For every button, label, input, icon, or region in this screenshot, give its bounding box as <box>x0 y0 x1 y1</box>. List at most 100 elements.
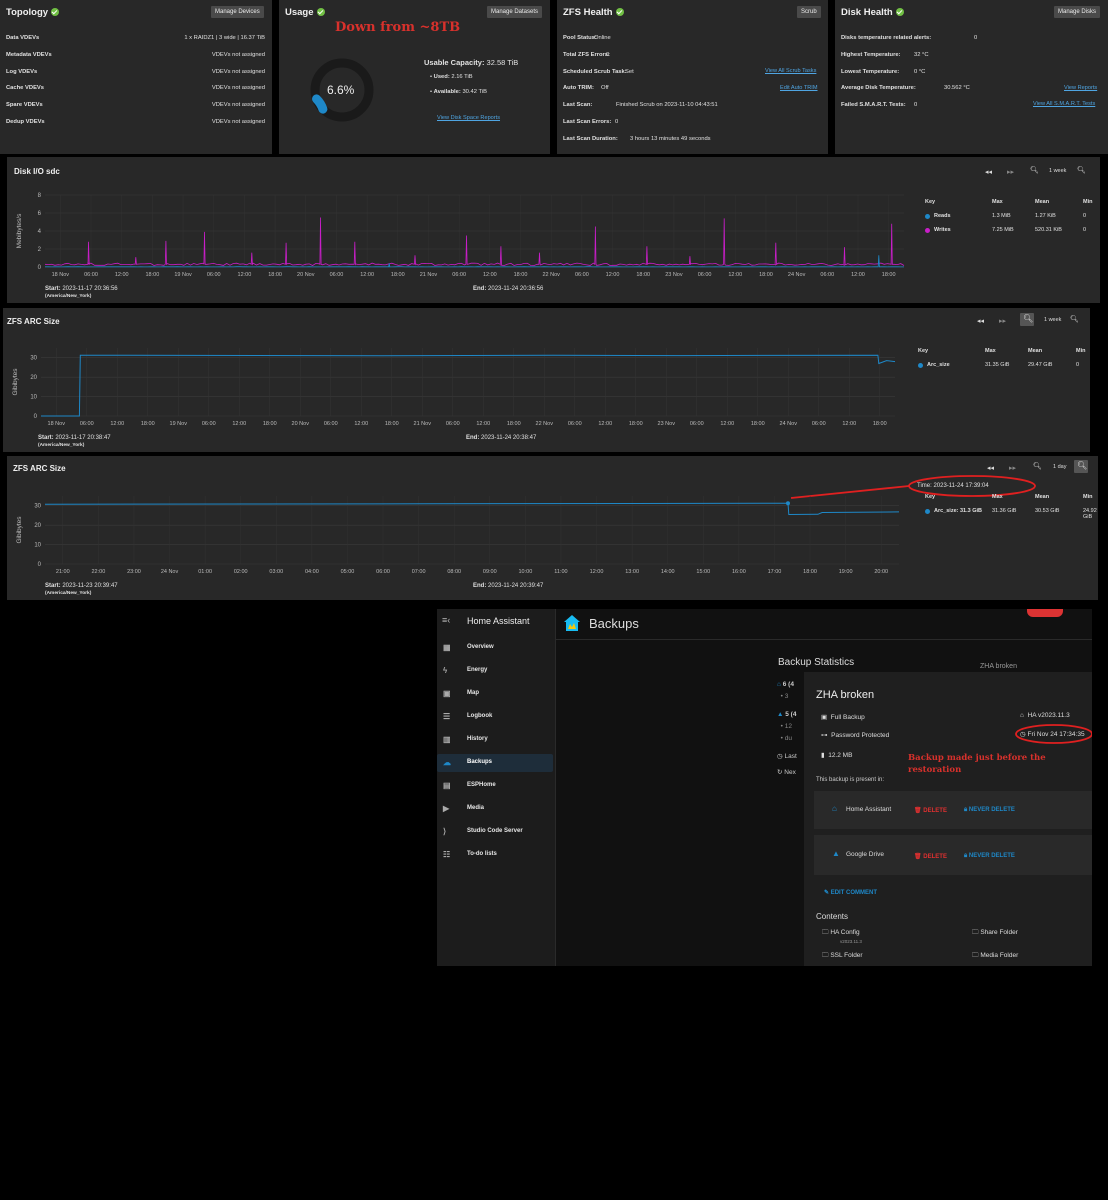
edit-comment-button[interactable]: ✎ EDIT COMMENT <box>824 889 877 896</box>
x-tick-label: 18:00 <box>751 421 765 427</box>
view-reports-link[interactable]: View Reports <box>1064 85 1097 91</box>
x-tick-label: 18:00 <box>636 272 650 278</box>
legend-row[interactable]: Arc_size 31.35 GiB 29.47 GiB 0 <box>910 362 1090 376</box>
available-value: 30.42 TiB <box>462 89 487 95</box>
rewind-icon[interactable]: ◂◂ <box>977 317 984 325</box>
x-tick-label: 11:00 <box>554 569 567 575</box>
delete-button[interactable]: 🗑︎ DELETE <box>914 853 947 860</box>
x-tick-label: 12:00 <box>851 272 865 278</box>
fast-forward-icon[interactable]: ▸▸ <box>1009 464 1016 472</box>
never-delete-button[interactable]: 🔒︎ NEVER DELETE <box>964 853 1015 860</box>
ha-top-bar: Backups <box>556 609 1092 640</box>
check-circle-icon <box>615 8 624 16</box>
legend-row[interactable]: Arc_size: 31.3 GiB 31.36 GiB 30.53 GiB 24.9… <box>917 508 1097 522</box>
close-button-fragment[interactable] <box>1027 609 1063 617</box>
x-tick-label: 12:00 <box>590 569 604 575</box>
x-tick-label: 02:00 <box>234 569 248 575</box>
legend-col-key: Key <box>925 494 936 500</box>
zoom-out-icon[interactable]: 🔍︎ <box>1030 166 1039 174</box>
x-tick-label: 12:00 <box>720 421 734 427</box>
stat-item: ▲ 5 (4 <box>777 711 797 718</box>
location-name: Home Assistant <box>846 806 892 813</box>
x-tick-label: 21 Nov <box>414 421 432 427</box>
content-item[interactable]: 🗀︎ Media Folder <box>972 951 1018 962</box>
x-tick-label: 12:00 <box>232 421 246 427</box>
manage-devices-button[interactable]: Manage Devices <box>211 6 264 18</box>
rewind-icon[interactable]: ◂◂ <box>987 464 994 472</box>
list-icon: ☰ <box>443 712 451 721</box>
zoom-in-icon[interactable]: 🔍︎ <box>1074 460 1088 473</box>
todo-icon: ☷ <box>443 850 451 859</box>
view-all-smart-tests-link[interactable]: View All S.M.A.R.T. Tests <box>1033 101 1095 107</box>
x-tick-label: 13:00 <box>625 569 639 575</box>
backup-stats-title: Backup Statistics <box>778 657 855 668</box>
sidebar-item-esphome[interactable]: ▤ ESPHome <box>437 777 553 795</box>
zoom-in-icon[interactable]: 🔍︎ <box>1077 166 1086 174</box>
sidebar-item-studio-code-server[interactable]: ⟩ Studio Code Server <box>437 823 553 841</box>
x-tick-label: 18:00 <box>882 272 896 278</box>
used-label: Used: <box>433 74 450 80</box>
location-row: ⌂ Home Assistant 🗑︎ DELETE 🔒︎ NEVER DELE… <box>814 791 1092 829</box>
sidebar-item-logbook[interactable]: ☰ Logbook <box>437 708 553 726</box>
zoom-in-icon[interactable]: 🔍︎ <box>1070 315 1079 323</box>
legend-min: 0 <box>1083 227 1087 233</box>
sidebar-item-overview[interactable]: ▦ Overview <box>437 639 553 657</box>
rewind-icon[interactable]: ◂◂ <box>985 168 992 176</box>
x-tick-label: 22 Nov <box>536 421 554 427</box>
grid-icon: ▦ <box>443 643 451 652</box>
legend-dot-icon <box>925 228 930 233</box>
capacity-label: Usable Capacity: <box>424 58 485 67</box>
fast-forward-icon[interactable]: ▸▸ <box>999 317 1006 325</box>
content-item[interactable]: 🗀︎ SSL Folder <box>822 951 863 962</box>
x-tick-label: 12:00 <box>354 421 368 427</box>
view-disk-space-reports-link[interactable]: View Disk Space Reports <box>437 115 500 121</box>
y-tick-label: 30 <box>34 504 41 510</box>
content-item[interactable]: 🗀︎ Share Folder <box>972 928 1018 939</box>
x-tick-label: 21 Nov <box>420 272 438 278</box>
sidebar-item-media[interactable]: ▶ Media <box>437 800 553 818</box>
legend-row[interactable]: Writes 7.25 MiB 520.31 KiB 0 <box>917 227 1097 241</box>
timezone-label: (America/New_York) <box>45 591 92 596</box>
arc-week-plot: 0 10 20 30 18 Nov 06:00 12:00 18:00 19 Nov 06:00 1… <box>12 348 896 427</box>
legend-max: 1.3 MiB <box>992 213 1011 219</box>
legend-row[interactable]: Reads 1.3 MiB 1.27 KiB 0 <box>917 213 1097 227</box>
bolt-icon: ϟ <box>443 666 448 675</box>
end-label: End: <box>473 286 487 292</box>
delete-button[interactable]: 🗑︎ DELETE <box>914 807 947 814</box>
y-tick-label: 10 <box>30 395 37 401</box>
series-line-arc_size <box>44 502 900 516</box>
never-delete-button[interactable]: 🔒︎ NEVER DELETE <box>964 807 1015 814</box>
sidebar-item-to-do-lists[interactable]: ☷ To-do lists <box>437 846 553 864</box>
range-label: 1 week <box>1044 317 1062 323</box>
menu-icon[interactable]: ≡‹ <box>442 615 450 625</box>
scrub-button[interactable]: Scrub <box>797 6 821 18</box>
stat-item: • du <box>780 735 792 742</box>
x-tick-label: 03:00 <box>269 569 283 575</box>
arc-day-chart-card: ZFS ARC Size ◂◂ ▸▸ 🔍︎ 1 day 🔍︎ Time: 202… <box>7 456 1098 600</box>
legend-dot-icon <box>925 214 930 219</box>
sidebar-item-energy[interactable]: ϟ Energy <box>437 662 553 680</box>
end-value: 2023-11-24 20:39:47 <box>488 583 544 589</box>
sidebar-item-map[interactable]: ▣ Map <box>437 685 553 703</box>
sidebar-item-label: Energy <box>467 667 488 673</box>
y-tick-label: 2 <box>38 247 42 253</box>
x-tick-label: 18:00 <box>391 272 405 278</box>
x-tick-label: 06:00 <box>820 272 834 278</box>
row-label: Disks temperature related alerts: <box>841 35 932 41</box>
sidebar-item-history[interactable]: ▥ History <box>437 731 553 749</box>
edit-auto-trim-link[interactable]: Edit Auto TRIM <box>780 85 818 91</box>
manage-disks-button[interactable]: Manage Disks <box>1054 6 1101 18</box>
x-tick-label: 18:00 <box>507 421 521 427</box>
zoom-out-icon[interactable]: 🔍︎ <box>1033 462 1042 470</box>
manage-datasets-button[interactable]: Manage Datasets <box>487 6 543 18</box>
arc-day-plot: 0 10 20 30 21:00 22:00 23:00 24 Nov 01:00 02:00 03… <box>16 496 900 575</box>
folder-icon: 🗀︎ <box>822 929 829 936</box>
zoom-out-icon[interactable]: 🔍︎ <box>1020 313 1034 326</box>
content-item[interactable]: 🗀︎ HA Config v2023.11.3 <box>822 928 862 944</box>
sidebar-item-backups[interactable]: ☁ Backups <box>437 754 553 772</box>
x-tick-label: 18:00 <box>514 272 528 278</box>
legend-table: Key Max Mean Min Reads 1.3 MiB 1.27 KiB 0 Writes… <box>917 199 1097 241</box>
view-all-scrub-tasks-link[interactable]: View All Scrub Tasks <box>765 68 816 74</box>
tooltip-point <box>785 501 790 506</box>
fast-forward-icon[interactable]: ▸▸ <box>1007 168 1014 176</box>
